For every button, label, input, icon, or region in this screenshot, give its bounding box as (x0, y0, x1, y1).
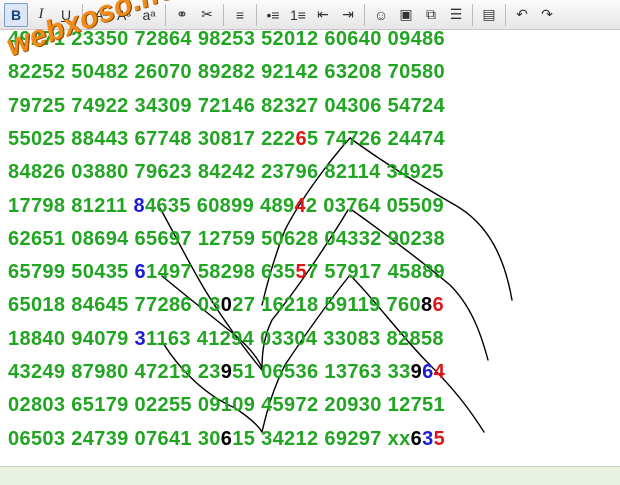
number-row: 84826 03880 79623 84242 23796 82114 3492… (8, 161, 444, 184)
indent-icon[interactable]: ⇥ (336, 3, 360, 27)
number-row: 62651 08694 65697 12759 50628 04332 9023… (8, 228, 445, 251)
number-segment: 65018 84645 77286 03 (8, 294, 221, 317)
number-row: 65018 84645 77286 03027 16218 59119 7608… (8, 294, 444, 317)
toolbar-separator (256, 3, 257, 26)
number-row: 55025 88443 67748 30817 22265 74726 2447… (8, 128, 445, 151)
highlighted-digit: 6 (220, 427, 233, 450)
editor-content[interactable]: 49271 23350 72864 98253 52012 60640 0948… (0, 30, 620, 466)
number-segment: 82252 50482 26070 89282 92142 63208 7058… (8, 61, 445, 84)
toolbar-separator (223, 3, 224, 26)
highlighted-digit: 8 (420, 294, 433, 317)
number-row: 18840 94079 31163 41294 03304 33083 8285… (8, 328, 444, 351)
number-segment: 62651 08694 65697 12759 50628 04332 9023… (8, 227, 445, 250)
highlighted-digit: 6 (410, 427, 423, 450)
link-icon[interactable]: ⚭ (170, 3, 194, 27)
number-segment: 1163 41294 03304 33083 82858 (146, 327, 444, 350)
highlighted-digit: 6 (432, 294, 444, 317)
number-segment: 17798 81211 (8, 194, 134, 217)
number-segment: 18840 94079 (8, 327, 135, 350)
highlighted-digit: 6 (295, 127, 307, 150)
number-segment: 51 06536 13763 33 (232, 361, 411, 383)
number-row: 02803 65179 02255 09109 45972 20930 1275… (8, 394, 445, 417)
emoticon-icon[interactable]: ☺ (369, 3, 393, 27)
highlighted-digit: 6 (134, 261, 147, 284)
insert-table-icon[interactable]: ☰ (444, 3, 468, 27)
number-segment: 06503 24739 07641 30 (8, 427, 221, 450)
toolbar-separator (472, 3, 473, 26)
unlink-icon[interactable]: ✂ (195, 3, 219, 27)
editor-statusbar (0, 466, 620, 485)
highlighted-digit: 0 (220, 294, 233, 317)
number-segment: 15 34212 69297 xx (232, 427, 411, 450)
number-row: 43249 87980 47219 23951 06536 13763 3396… (8, 361, 445, 384)
number-segment: 84826 03880 79623 84242 23796 82114 3492… (8, 161, 444, 184)
bullet-list-icon[interactable]: •≡ (261, 3, 285, 27)
save-icon[interactable]: ▤ (477, 3, 501, 27)
number-segment: 2 03764 05509 (305, 194, 444, 217)
highlighted-digit: 6 (422, 361, 434, 383)
number-segment: 79725 74922 34309 72146 82327 04306 5472… (8, 94, 445, 117)
number-segment: 7 57917 45889 (307, 261, 446, 284)
number-row: 17798 81211 84635 60899 48942 03764 0550… (8, 195, 444, 218)
image-icon[interactable]: ▣ (394, 3, 418, 27)
drawn-line (162, 342, 263, 433)
number-row: 06503 24739 07641 30615 34212 69297 xx63… (8, 428, 445, 451)
highlighted-digit: 9 (410, 361, 423, 383)
number-segment: 55025 88443 67748 30817 222 (8, 127, 296, 150)
paste-icon[interactable]: ⧉ (419, 3, 443, 27)
highlighted-digit: 9 (220, 361, 233, 383)
highlighted-digit: 3 (422, 427, 434, 450)
undo-icon[interactable]: ↶ (510, 3, 534, 27)
toolbar-separator (505, 3, 506, 26)
number-segment: 65799 50435 (8, 261, 135, 284)
number-segment: 02803 65179 02255 09109 45972 20930 1275… (8, 394, 445, 417)
number-segment: 27 16218 59119 760 (232, 294, 421, 317)
highlighted-digit: 5 (433, 427, 446, 450)
highlighted-digit: 8 (133, 194, 145, 217)
number-row: 79725 74922 34309 72146 82327 04306 5472… (8, 95, 445, 118)
numbered-list-icon[interactable]: 1≡ (286, 3, 310, 27)
outdent-icon[interactable]: ⇤ (311, 3, 335, 27)
number-segment: 43249 87980 47219 23 (8, 361, 221, 383)
number-segment: 1497 58298 635 (146, 261, 296, 284)
align-left-icon[interactable]: ≡ (228, 3, 252, 27)
number-segment: 4635 60899 489 (144, 194, 295, 217)
number-row: 65799 50435 61497 58298 63557 57917 4588… (8, 261, 445, 284)
highlighted-digit: 5 (295, 261, 308, 284)
highlighted-digit: 4 (294, 194, 306, 217)
drawn-line (161, 275, 263, 369)
number-row: 82252 50482 26070 89282 92142 63208 7058… (8, 61, 445, 84)
highlighted-digit: 3 (134, 327, 147, 350)
number-segment: 5 74726 24474 (307, 127, 446, 150)
toolbar-separator (364, 3, 365, 26)
redo-icon[interactable]: ↷ (535, 3, 559, 27)
highlighted-digit: 4 (433, 361, 446, 383)
